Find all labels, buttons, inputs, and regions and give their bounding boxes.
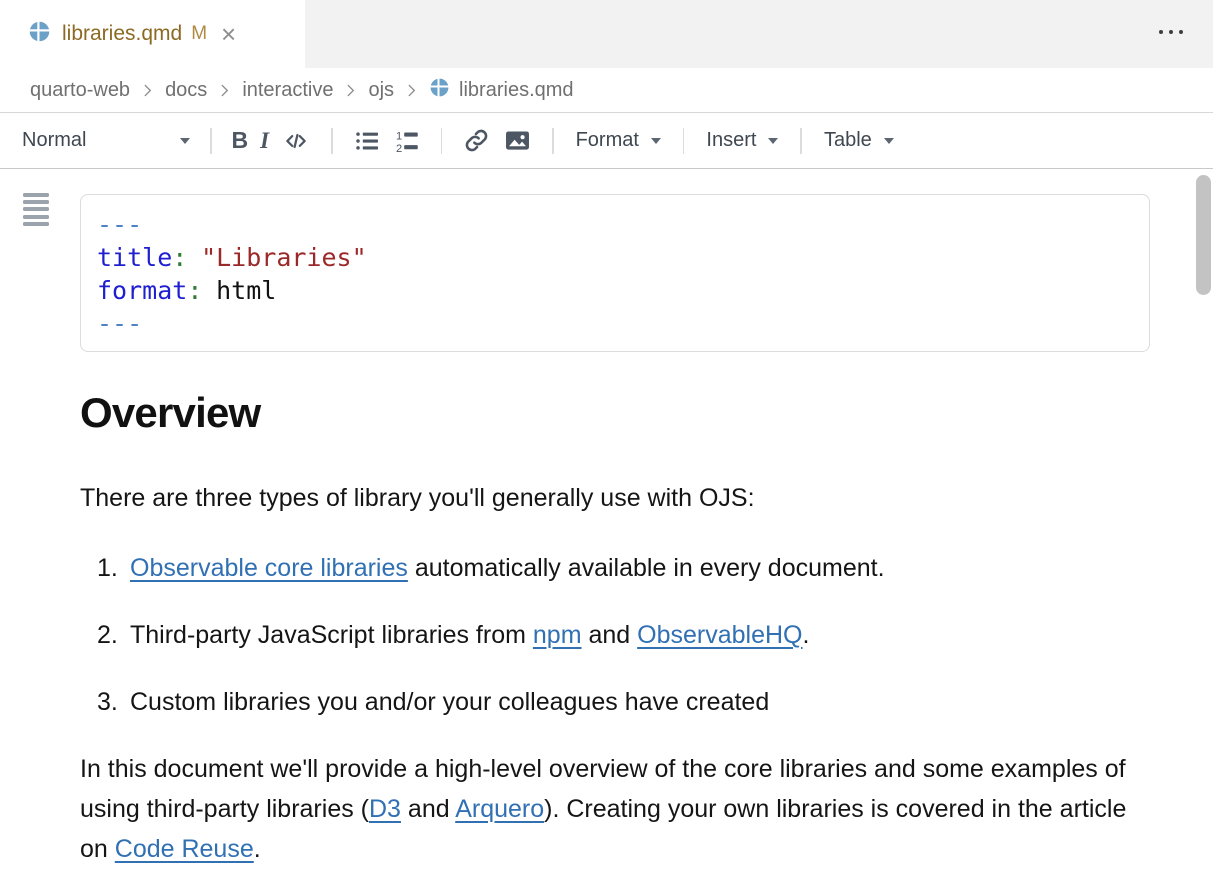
intro-paragraph[interactable]: There are three types of library you'll … xyxy=(80,478,1150,518)
closing-paragraph[interactable]: In this document we'll provide a high-le… xyxy=(80,749,1150,869)
italic-button[interactable]: I xyxy=(260,128,269,154)
yaml-front-matter-block[interactable]: --- title:"Libraries" format:html --- xyxy=(80,194,1150,352)
paragraph-style-select[interactable]: Normal xyxy=(22,129,190,152)
toolbar-divider xyxy=(331,128,333,154)
list-item[interactable]: 3. Custom libraries you and/or your coll… xyxy=(80,682,1150,722)
editor-tab-bar: libraries.qmd M × xyxy=(0,0,1213,68)
format-menu[interactable]: Format xyxy=(576,129,661,152)
paragraph-style-value: Normal xyxy=(22,129,86,152)
more-actions-icon[interactable] xyxy=(1159,30,1183,34)
yaml-fence: --- xyxy=(97,307,1133,340)
chevron-right-icon xyxy=(404,83,419,98)
code-icon[interactable] xyxy=(281,128,311,154)
bullet-list-icon[interactable] xyxy=(353,127,381,155)
table-menu[interactable]: Table xyxy=(824,129,894,152)
list-item-text: Third-party JavaScript libraries from np… xyxy=(130,615,1150,655)
format-menu-label: Format xyxy=(576,129,639,152)
table-menu-label: Table xyxy=(824,129,872,152)
list-item-text: Custom libraries you and/or your colleag… xyxy=(130,682,1150,722)
doc-link[interactable]: npm xyxy=(533,621,582,649)
quarto-icon xyxy=(429,77,450,104)
document-editor: --- title:"Libraries" format:html --- Ov… xyxy=(0,169,1213,889)
numbered-list-icon[interactable]: 1 2 xyxy=(393,127,421,155)
list-item-number: 1. xyxy=(80,548,130,588)
doc-link[interactable]: Code Reuse xyxy=(115,835,254,863)
chevron-down-icon xyxy=(651,138,661,144)
page-title[interactable]: Overview xyxy=(80,390,1150,436)
link-icon[interactable] xyxy=(462,126,491,155)
doc-link[interactable]: ObservableHQ xyxy=(637,621,802,649)
tab-title: libraries.qmd xyxy=(62,22,182,46)
scrollbar-thumb[interactable] xyxy=(1196,175,1211,295)
tab-bar-empty-area xyxy=(305,0,1213,68)
breadcrumb: quarto-web docs interactive ojs librarie… xyxy=(0,68,1213,112)
yaml-fence: --- xyxy=(97,208,1133,241)
chevron-down-icon xyxy=(768,138,778,144)
svg-text:2: 2 xyxy=(396,142,402,154)
toolbar-divider xyxy=(800,128,802,154)
chevron-right-icon xyxy=(140,83,155,98)
breadcrumb-file-name: libraries.qmd xyxy=(459,79,573,102)
bold-button[interactable]: B xyxy=(232,127,249,154)
chevron-right-icon xyxy=(343,83,358,98)
toolbar-divider xyxy=(441,128,443,154)
doc-link[interactable]: D3 xyxy=(369,795,401,823)
doc-link[interactable]: Arquero xyxy=(455,795,544,823)
list-item-text: Observable core libraries automatically … xyxy=(130,548,1150,588)
toolbar-divider xyxy=(210,128,212,154)
breadcrumb-item-file[interactable]: libraries.qmd xyxy=(429,77,573,104)
drag-handle-icon[interactable] xyxy=(23,193,49,229)
doc-link[interactable]: Observable core libraries xyxy=(130,554,408,582)
quarto-icon xyxy=(28,20,51,48)
toolbar-divider xyxy=(683,128,685,154)
chevron-right-icon xyxy=(217,83,232,98)
image-icon[interactable] xyxy=(503,126,532,155)
svg-text:1: 1 xyxy=(396,130,402,142)
numbered-list: 1. Observable core libraries automatical… xyxy=(80,548,1150,722)
tab-libraries-qmd[interactable]: libraries.qmd M × xyxy=(0,0,305,68)
chevron-down-icon xyxy=(884,138,894,144)
list-item-number: 2. xyxy=(80,615,130,655)
insert-menu[interactable]: Insert xyxy=(706,129,778,152)
chevron-down-icon xyxy=(180,138,190,144)
formatting-toolbar: Normal B I 1 2 xyxy=(0,112,1213,169)
toolbar-divider xyxy=(552,128,554,154)
list-item[interactable]: 2. Third-party JavaScript libraries from… xyxy=(80,615,1150,655)
list-item-number: 3. xyxy=(80,682,130,722)
breadcrumb-item-quarto-web[interactable]: quarto-web xyxy=(30,79,130,102)
insert-menu-label: Insert xyxy=(706,129,756,152)
modified-badge: M xyxy=(191,23,207,45)
breadcrumb-item-interactive[interactable]: interactive xyxy=(242,79,333,102)
close-icon[interactable]: × xyxy=(221,21,236,47)
breadcrumb-item-ojs[interactable]: ojs xyxy=(368,79,394,102)
list-item[interactable]: 1. Observable core libraries automatical… xyxy=(80,548,1150,588)
yaml-format-line: format:html xyxy=(97,274,1133,307)
breadcrumb-item-docs[interactable]: docs xyxy=(165,79,207,102)
yaml-title-line: title:"Libraries" xyxy=(97,241,1133,274)
